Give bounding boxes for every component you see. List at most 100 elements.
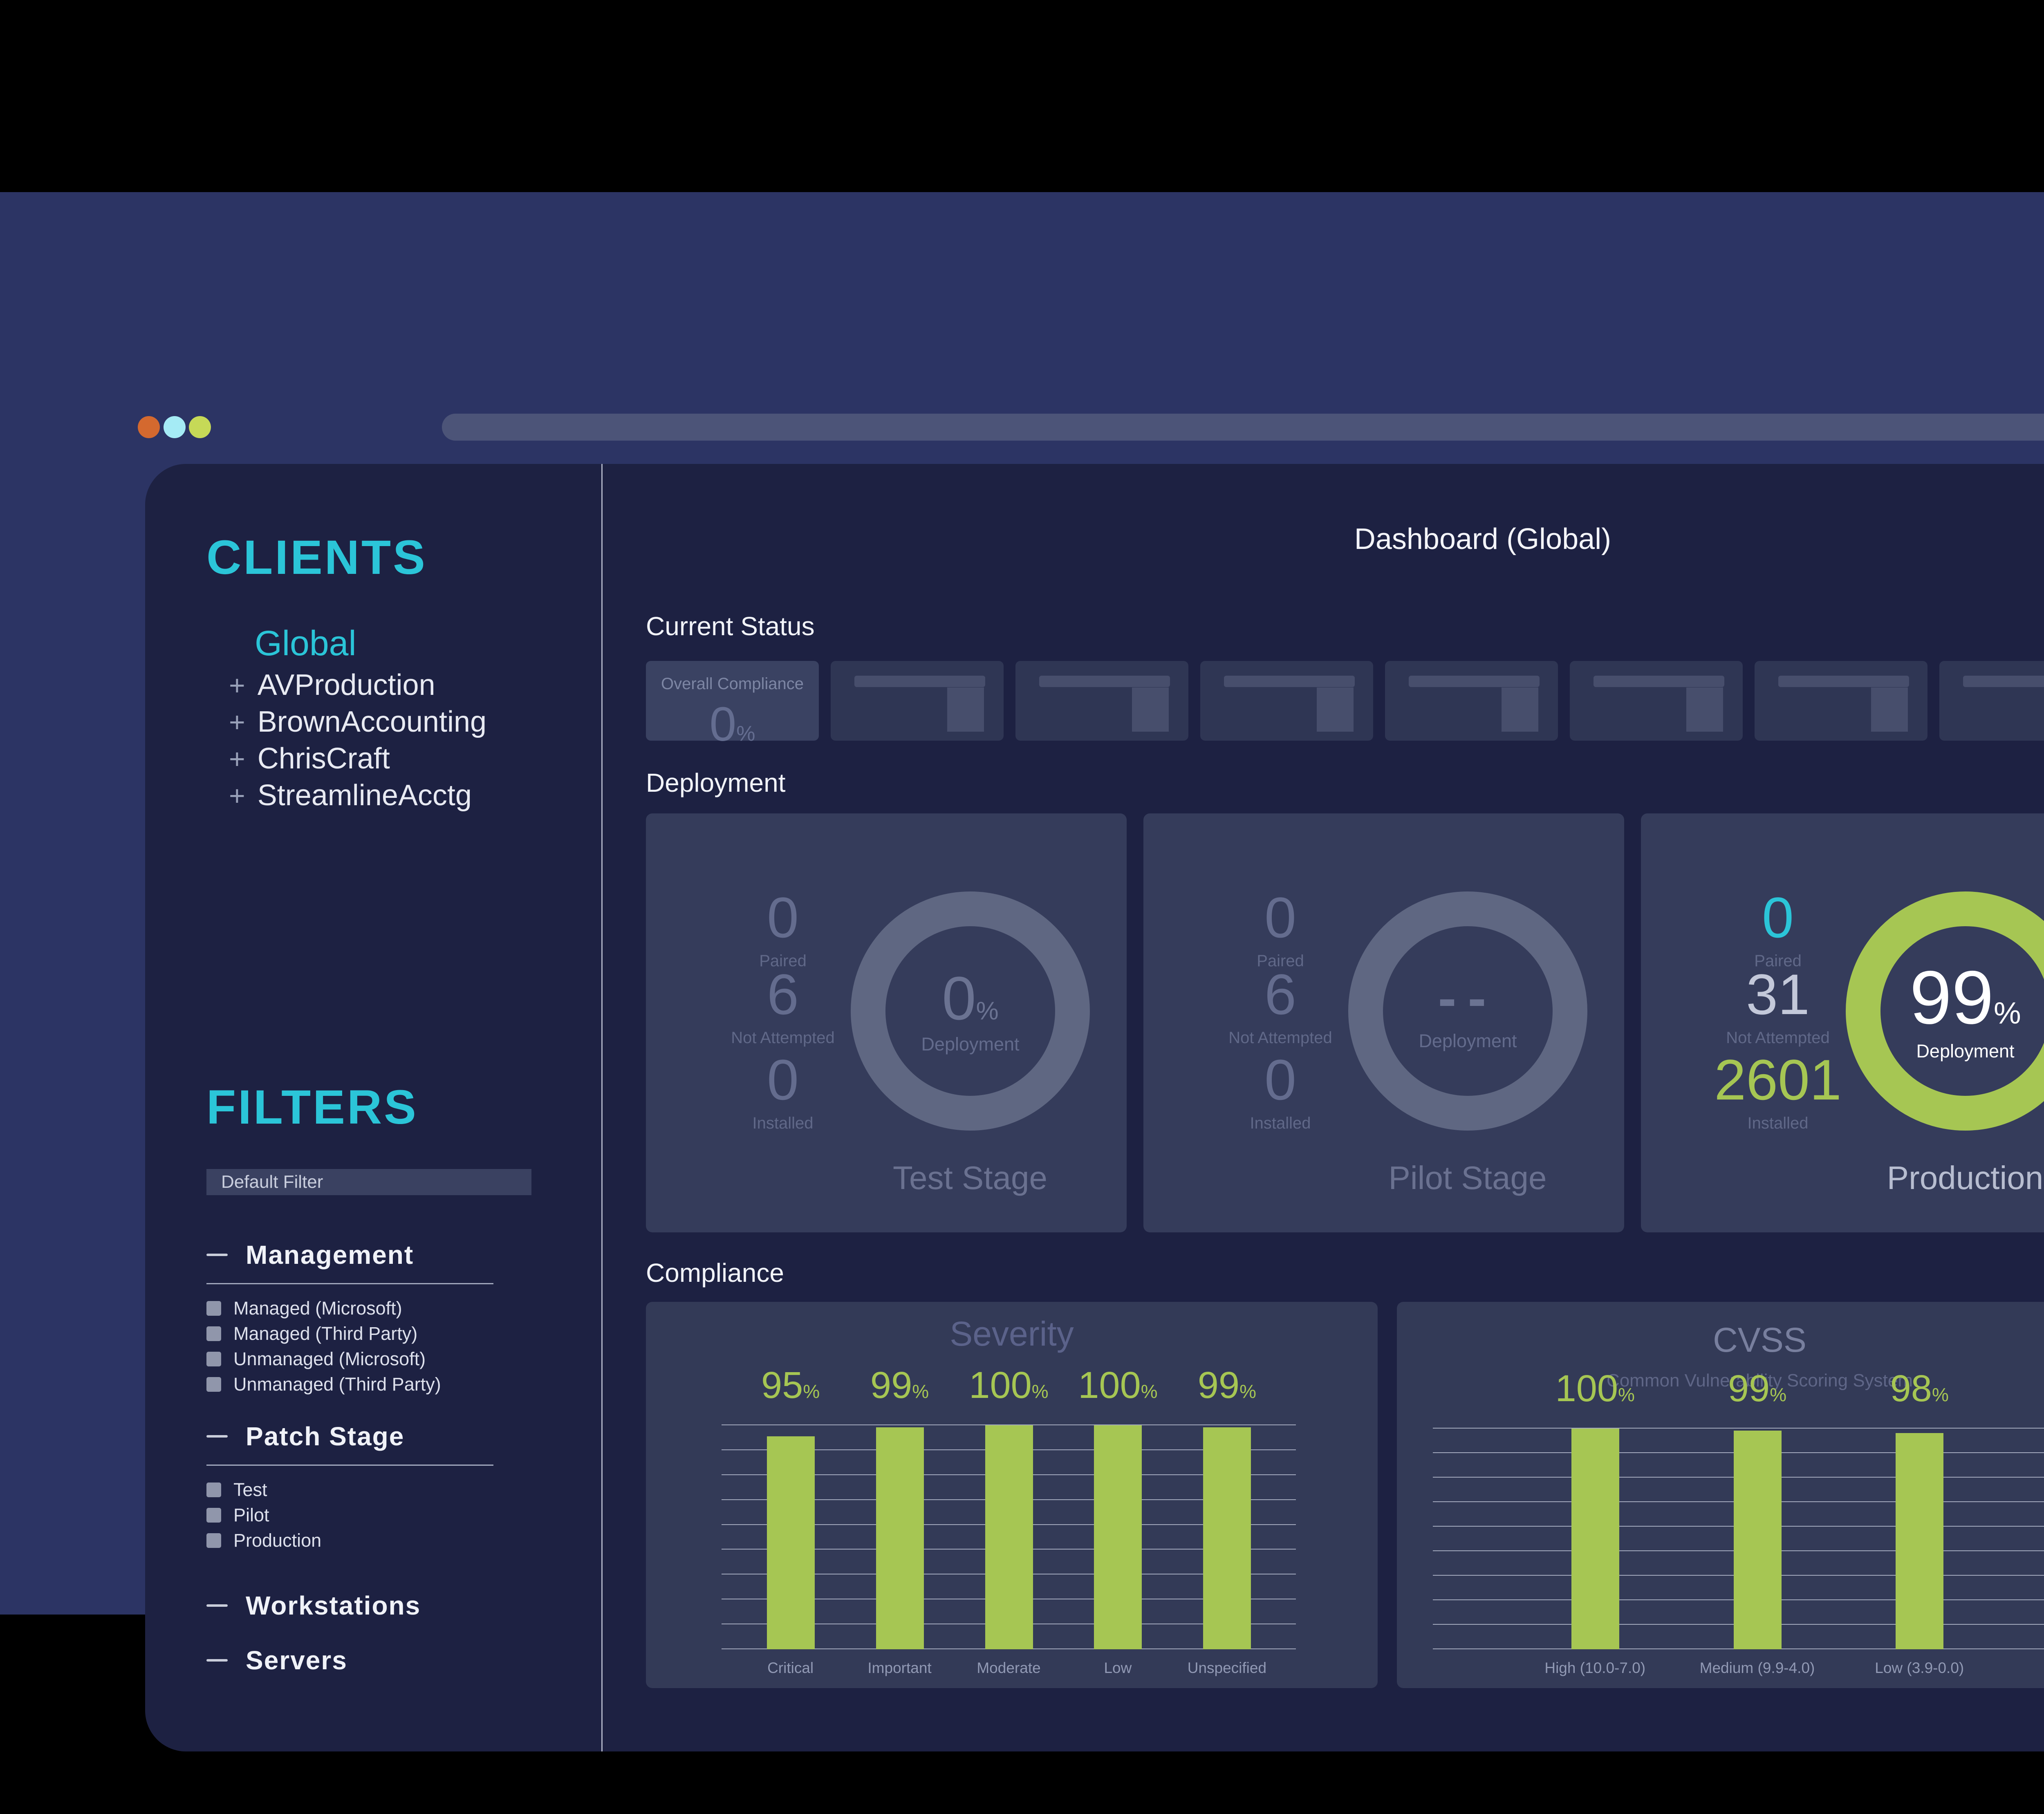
filter-section-management[interactable]: Management — [206, 1240, 414, 1270]
bar — [1896, 1433, 1943, 1649]
skeleton-block — [1502, 688, 1538, 732]
checkbox-icon[interactable] — [206, 1533, 221, 1548]
overall-compliance-title: Overall Compliance — [646, 675, 819, 693]
checkbox-icon[interactable] — [206, 1483, 221, 1497]
bar — [1734, 1431, 1782, 1649]
checkbox-icon[interactable] — [206, 1508, 221, 1523]
skeleton-line — [1594, 676, 1724, 687]
client-item[interactable]: + BrownAccounting — [229, 705, 486, 739]
checkbox-icon[interactable] — [206, 1301, 221, 1316]
status-skeleton-card — [1200, 661, 1373, 741]
checkbox-icon[interactable] — [206, 1377, 221, 1392]
status-skeleton-card — [831, 661, 1004, 741]
client-item[interactable]: + AVProduction — [229, 668, 435, 702]
bar-value-label: 99% — [1165, 1364, 1288, 1407]
checkbox-pilot[interactable]: Pilot — [206, 1505, 269, 1526]
deployment-card-pilot: 0 Paired 6 Not Attempted 0 Installed -- — [1143, 813, 1624, 1232]
client-item[interactable]: + StreamlineAcctg — [229, 779, 472, 812]
deployment-donut-center: 0% Deployment — [851, 891, 1090, 1131]
skeleton-line — [1039, 676, 1170, 687]
expand-plus-icon[interactable]: + — [229, 706, 245, 738]
checkbox-icon[interactable] — [206, 1326, 221, 1341]
checkbox-managed-microsoft[interactable]: Managed (Microsoft) — [206, 1298, 402, 1319]
current-status-label: Current Status — [646, 613, 815, 639]
filters-heading: FILTERS — [206, 1083, 418, 1131]
bar-value-label: 100% — [1534, 1367, 1656, 1410]
dashboard-panel: CLIENTS Global + AVProduction + BrownAcc… — [145, 464, 2044, 1751]
screen: CLIENTS Global + AVProduction + BrownAcc… — [0, 0, 2044, 1814]
section-underline — [206, 1465, 493, 1466]
status-skeleton-card — [1939, 661, 2044, 741]
skeleton-line — [854, 676, 985, 687]
collapse-dash-icon — [206, 1254, 228, 1256]
stage-title: Pilot Stage — [1302, 1159, 1633, 1197]
bar-value-label: 98% — [1858, 1367, 1981, 1410]
bar-category-label: Unspecified — [1145, 1659, 1309, 1677]
bar — [876, 1427, 924, 1649]
checkbox-unmanaged-microsoft[interactable]: Unmanaged (Microsoft) — [206, 1348, 426, 1370]
traffic-light-minimize-icon[interactable] — [164, 416, 186, 438]
bar-category-label: Low (3.9-0.0) — [1838, 1659, 2001, 1677]
skeleton-block — [1132, 688, 1169, 732]
bar-value-label: 99% — [1696, 1367, 1819, 1410]
status-skeleton-card — [1570, 661, 1743, 741]
filter-section-workstations[interactable]: Workstations — [206, 1590, 421, 1621]
stage-title: Production — [1800, 1159, 2044, 1197]
bar-value-label: 95% — [729, 1364, 852, 1407]
expand-plus-icon[interactable]: + — [229, 780, 245, 812]
traffic-light-maximize-icon[interactable] — [189, 416, 211, 438]
checkbox-test[interactable]: Test — [206, 1479, 267, 1500]
bar-category-label: Medium (9.9-4.0) — [1676, 1659, 1839, 1677]
clients-heading: CLIENTS — [206, 533, 427, 582]
checkbox-production[interactable]: Production — [206, 1530, 321, 1551]
client-item-global[interactable]: Global — [255, 624, 356, 663]
deployment-card-production: 0 Paired 31 Not Attempted 2601 Installed… — [1641, 813, 2044, 1232]
default-filter-select[interactable]: Default Filter — [206, 1169, 531, 1195]
cvss-chart-card: CVSS Common Vulnerability Scoring System… — [1397, 1302, 2044, 1688]
skeleton-block — [1317, 688, 1354, 732]
compliance-label: Compliance — [646, 1260, 784, 1286]
cvss-chart-title: CVSS — [1397, 1320, 2044, 1360]
cvss-plot: 100%High (10.0-7.0)99%Medium (9.9-4.0)98… — [1433, 1429, 2044, 1649]
severity-chart-title: Severity — [646, 1314, 1378, 1354]
bar-category-label: High (10.0-7.0) — [1513, 1659, 1677, 1677]
collapse-dash-icon — [206, 1659, 228, 1662]
status-skeleton-card — [1755, 661, 1927, 741]
section-underline — [206, 1283, 493, 1284]
skeleton-block — [947, 688, 984, 732]
overall-compliance-value: 0% — [646, 696, 819, 752]
status-skeleton-card — [1385, 661, 1558, 741]
status-skeleton-card — [1015, 661, 1188, 741]
expand-plus-icon[interactable]: + — [229, 670, 245, 701]
traffic-light-close-icon[interactable] — [138, 416, 160, 438]
client-item[interactable]: + ChrisCraft — [229, 742, 390, 775]
filter-section-patch-stage[interactable]: Patch Stage — [206, 1421, 404, 1451]
address-bar[interactable] — [442, 414, 2044, 441]
checkbox-managed-third-party[interactable]: Managed (Third Party) — [206, 1323, 417, 1344]
gridline — [1433, 1428, 2044, 1429]
page-title: Dashboard (Global) — [1062, 522, 1904, 556]
sidebar-divider — [601, 464, 603, 1751]
deployment-donut-center: -- Deployment — [1348, 891, 1587, 1131]
bar — [767, 1436, 815, 1649]
collapse-dash-icon — [206, 1435, 228, 1438]
bar — [1571, 1429, 1619, 1649]
deployment-label: Deployment — [646, 770, 786, 796]
overall-compliance-card: Overall Compliance 0% — [646, 661, 819, 741]
bar-value-label: 100% — [948, 1364, 1070, 1407]
checkbox-unmanaged-third-party[interactable]: Unmanaged (Third Party) — [206, 1374, 441, 1395]
skeleton-block — [1871, 688, 1908, 732]
filter-section-servers[interactable]: Servers — [206, 1645, 347, 1675]
bar — [1203, 1427, 1251, 1649]
stage-title: Test Stage — [805, 1159, 1136, 1197]
browser-window: CLIENTS Global + AVProduction + BrownAcc… — [0, 192, 2044, 1615]
checkbox-icon[interactable] — [206, 1352, 221, 1366]
collapse-dash-icon — [206, 1604, 228, 1607]
skeleton-line — [1963, 676, 2044, 687]
expand-plus-icon[interactable]: + — [229, 743, 245, 775]
deployment-donut-center: 99% Deployment — [1846, 891, 2044, 1131]
severity-plot: 95%Critical99%Important100%Moderate100%L… — [722, 1425, 1296, 1649]
skeleton-line — [1409, 676, 1540, 687]
skeleton-line — [1224, 676, 1355, 687]
bar-value-label: 100% — [1056, 1364, 1179, 1407]
